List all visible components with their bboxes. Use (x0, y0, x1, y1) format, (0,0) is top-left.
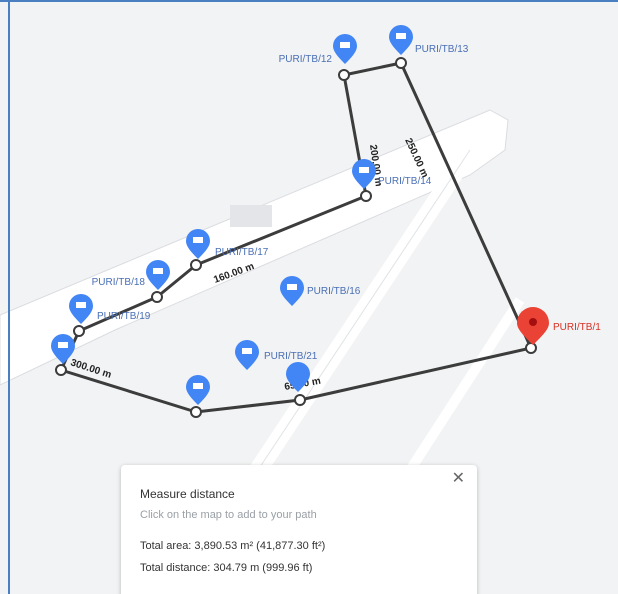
pin-label: PURI/TB/17 (215, 247, 269, 258)
vertex-handle[interactable] (190, 406, 202, 418)
pin-glyph (193, 383, 203, 389)
vertex-handle[interactable] (360, 190, 372, 202)
building (230, 205, 272, 227)
pin-label: PURI/TB/14 (378, 176, 432, 187)
frame-border-top (0, 0, 618, 2)
vertex-handle[interactable] (294, 394, 306, 406)
pin-glyph (242, 348, 252, 354)
pin-label: PURI/TB/12 (279, 54, 333, 65)
pin-glyph (58, 342, 68, 348)
vertex-handle[interactable] (190, 259, 202, 271)
vertex-handle[interactable] (73, 325, 85, 337)
panel-title: Measure distance (140, 487, 235, 501)
pin-label: PURI/TB/13 (415, 44, 469, 55)
pin-glyph (359, 167, 369, 173)
vertex-handle[interactable] (525, 342, 537, 354)
measure-distance-panel: ✕ Measure distance Click on the map to a… (121, 465, 477, 594)
pin-glyph (396, 33, 406, 39)
pin-glyph (76, 302, 86, 308)
map-frame[interactable]: 200.00 m 250.00 m 160.00 m 300.00 m 65.0… (0, 0, 618, 594)
pin-dot (529, 318, 537, 326)
pin-glyph (153, 268, 163, 274)
pin-glyph (287, 284, 297, 290)
vertex-handle[interactable] (151, 291, 163, 303)
close-icon[interactable]: ✕ (452, 471, 465, 487)
total-area: Total area: 3,890.53 m² (41,877.30 ft²) (140, 540, 326, 552)
pin-label: PURI/TB/16 (307, 286, 361, 297)
pin-label: PURI/TB/1 (553, 322, 601, 333)
pin-glyph (193, 237, 203, 243)
vertex-handle[interactable] (338, 69, 350, 81)
pin-label: PURI/TB/18 (92, 277, 146, 288)
vertex-handle[interactable] (55, 364, 67, 376)
panel-hint: Click on the map to add to your path (140, 509, 317, 521)
pin-label: PURI/TB/21 (264, 351, 318, 362)
frame-border-left (8, 0, 10, 594)
total-distance: Total distance: 304.79 m (999.96 ft) (140, 562, 313, 574)
pin-glyph (340, 42, 350, 48)
vertex-handle[interactable] (395, 57, 407, 69)
pin-label: PURI/TB/19 (97, 311, 151, 322)
